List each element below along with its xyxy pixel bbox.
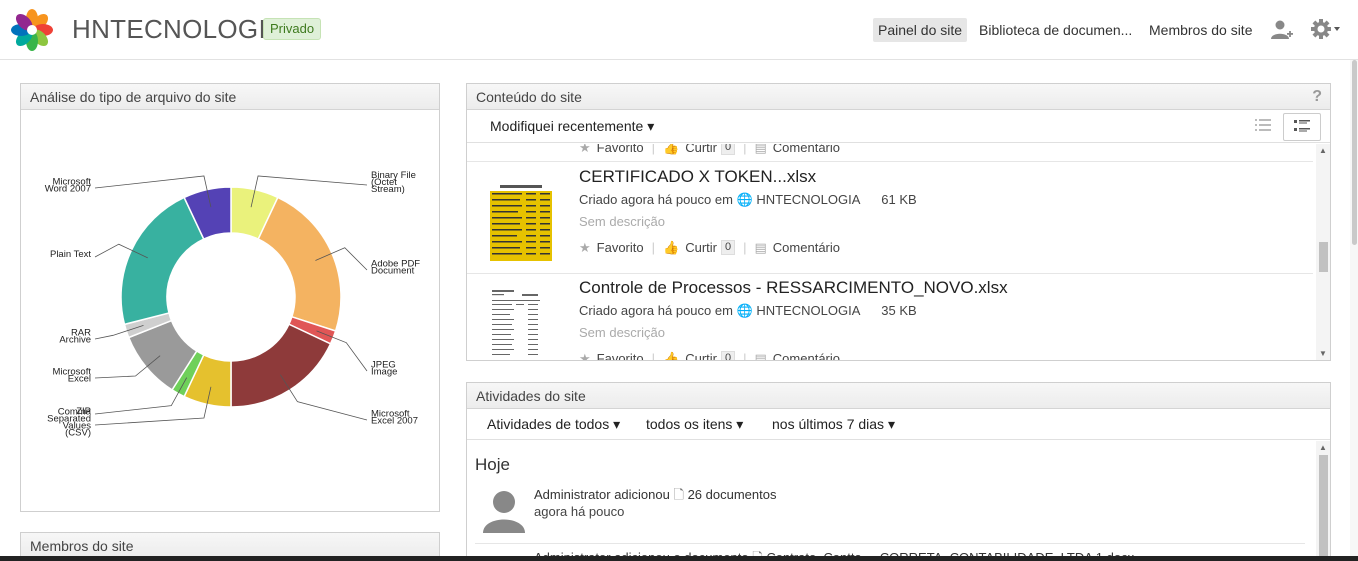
gear-icon — [1311, 19, 1340, 39]
favorite-action[interactable]: ★ Favorito — [579, 144, 644, 156]
alfresco-logo[interactable] — [8, 4, 56, 52]
comment-action[interactable]: ▤ Comentário — [755, 144, 841, 156]
nav-document-library[interactable]: Biblioteca de documen... — [974, 18, 1137, 42]
document-name-link[interactable]: CERTIFICADO X TOKEN...xlsx — [579, 167, 816, 187]
activity-text: Administrator adicionou — [534, 487, 670, 502]
slice-label: RAR Archive — [59, 328, 91, 346]
document-description: Sem descrição — [579, 214, 665, 229]
scroll-thumb[interactable] — [1319, 242, 1328, 272]
like-action[interactable]: 👍 Curtir 0 — [663, 350, 736, 361]
privacy-badge: Privado — [263, 18, 322, 40]
star-icon: ★ — [579, 239, 591, 255]
activity-object-link[interactable]: 26 documentos — [688, 487, 777, 502]
file-size: 61 KB — [881, 192, 917, 207]
avatar[interactable] — [481, 487, 527, 533]
favorite-action[interactable]: ★ Favorito — [579, 350, 644, 361]
activity-scrollbar[interactable]: ▲ — [1316, 441, 1330, 561]
list-item: CERTIFICADO X TOKEN...xlsx Criado agora … — [467, 163, 1313, 274]
slice-label: Microsoft Excel — [52, 367, 91, 385]
slice-label: JPEG Image — [371, 360, 397, 378]
slice-label: Microsoft Excel 2007 — [371, 409, 418, 427]
settings-menu[interactable] — [1310, 17, 1344, 44]
slice-label: Binary File (Octet Stream) — [371, 170, 416, 195]
scroll-down-arrow[interactable]: ▼ — [1316, 349, 1330, 359]
file-type-donut-chart: Binary File (Octet Stream) Adobe PDF Documen… — [45, 170, 421, 439]
content-list: ★ Favorito | 👍 Curtir 0 | ▤ Comentário C… — [467, 144, 1316, 361]
list-item: Controle de Processos - RESSARCIMENTO_NO… — [467, 274, 1313, 361]
page-scrollbar[interactable] — [1350, 60, 1358, 561]
help-icon[interactable]: ? — [1312, 84, 1322, 110]
site-activities-dashlet: Atividades do site Atividades de todos ▾… — [466, 382, 1331, 561]
scroll-up-arrow[interactable]: ▲ — [1316, 146, 1330, 156]
bottom-edge — [0, 556, 1358, 561]
dashlet-title-text: Conteúdo do site — [476, 89, 582, 105]
thumbs-up-icon: 👍 — [663, 239, 680, 255]
nav-site-members[interactable]: Membros do site — [1144, 18, 1257, 42]
activity-list: Hoje Administrator adicionou 🗋 26 docume… — [467, 441, 1316, 561]
day-heading: Hoje — [475, 455, 510, 474]
content-filter-dropdown[interactable]: Modifiquei recentemente ▾ — [490, 118, 654, 135]
document-description: Sem descrição — [579, 325, 665, 340]
file-size: 35 KB — [881, 303, 917, 318]
comment-icon: ▤ — [754, 144, 767, 155]
document-meta: Criado agora há pouco em 🌐 HNTECNOLOGIA … — [579, 192, 917, 207]
document-meta: Criado agora há pouco em 🌐 HNTECNOLOGIA … — [579, 303, 917, 318]
comment-action[interactable]: ▤ Comentário — [754, 350, 841, 361]
globe-icon: 🌐 — [736, 192, 753, 207]
activity-time: agora há pouco — [534, 504, 625, 519]
dashlet-title: Análise do tipo de arquivo do site — [21, 84, 439, 110]
globe-icon: 🌐 — [736, 303, 753, 318]
comment-action[interactable]: ▤ Comentário — [755, 239, 841, 256]
scroll-thumb[interactable] — [1319, 455, 1328, 561]
item-actions: ★ Favorito | 👍 Curtir 0 | ▤ Comentário — [579, 239, 840, 256]
activity-user-filter[interactable]: Atividades de todos ▾ — [487, 416, 620, 433]
detailed-list-icon — [1294, 120, 1310, 132]
nav-site-dashboard[interactable]: Painel do site — [873, 18, 968, 42]
item-actions: ★ Favorito | 👍 Curtir 0 | ▤ Comentário — [579, 144, 840, 156]
star-icon: ★ — [579, 350, 591, 361]
like-action[interactable]: 👍 Curtir 0 — [663, 239, 736, 256]
site-header: HNTECNOLOGIA Privado Painel do site Bibl… — [0, 0, 1358, 60]
list-item: ★ Favorito | 👍 Curtir 0 | ▤ Comentário — [467, 144, 1313, 162]
document-thumbnail[interactable] — [490, 288, 552, 361]
star-icon: ★ — [579, 144, 591, 155]
donut-slice[interactable] — [230, 323, 332, 408]
site-content-dashlet: Conteúdo do site ? Modifiquei recentemen… — [466, 83, 1331, 361]
divider — [475, 543, 1305, 544]
detailed-view-button[interactable] — [1283, 113, 1321, 141]
scroll-up-arrow[interactable]: ▲ — [1316, 443, 1330, 453]
content-scrollbar[interactable]: ▲ ▼ — [1316, 144, 1330, 360]
activity-date-filter[interactable]: nos últimos 7 dias ▾ — [772, 416, 895, 433]
donut-slice[interactable] — [120, 196, 205, 326]
like-action[interactable]: 👍 Curtir 0 — [663, 144, 736, 156]
list-icon — [1255, 119, 1271, 131]
file-type-dashlet: Análise do tipo de arquivo do site Binar… — [20, 83, 440, 512]
donut-slice[interactable] — [257, 196, 342, 332]
site-link[interactable]: HNTECNOLOGIA — [756, 303, 859, 318]
add-user-icon[interactable] — [1270, 18, 1294, 42]
content-toolbar: Modifiquei recentemente ▾ — [467, 110, 1330, 143]
slice-label: Plain Text — [50, 249, 91, 260]
dashlet-title: Conteúdo do site ? — [467, 84, 1330, 110]
slice-label: ZIP — [76, 406, 91, 417]
dashlet-title: Atividades do site — [467, 383, 1330, 409]
site-title: HNTECNOLOGIA — [72, 14, 284, 44]
activity-item-filter[interactable]: todos os itens ▾ — [646, 416, 743, 433]
comment-icon: ▤ — [754, 239, 767, 255]
activities-toolbar: Atividades de todos ▾ todos os itens ▾ n… — [467, 409, 1330, 440]
comment-icon: ▤ — [754, 350, 767, 361]
favorite-action[interactable]: ★ Favorito — [579, 239, 644, 256]
document-name-link[interactable]: Controle de Processos - RESSARCIMENTO_NO… — [579, 278, 1008, 298]
item-actions: ★ Favorito | 👍 Curtir 0 | ▤ Comentário — [579, 350, 841, 361]
simple-view-button[interactable] — [1244, 113, 1282, 141]
document-thumbnail[interactable] — [490, 183, 552, 261]
site-link[interactable]: HNTECNOLOGIA — [756, 192, 859, 207]
thumbs-up-icon: 👍 — [663, 144, 680, 155]
chevron-down-icon — [1334, 27, 1340, 31]
slice-label: Adobe PDF Document — [371, 259, 420, 277]
page-scroll-thumb[interactable] — [1352, 60, 1357, 245]
slice-label: Microsoft Word 2007 — [45, 177, 92, 195]
thumbs-up-icon: 👍 — [663, 350, 680, 361]
document-icon: 🗋 — [673, 487, 684, 502]
